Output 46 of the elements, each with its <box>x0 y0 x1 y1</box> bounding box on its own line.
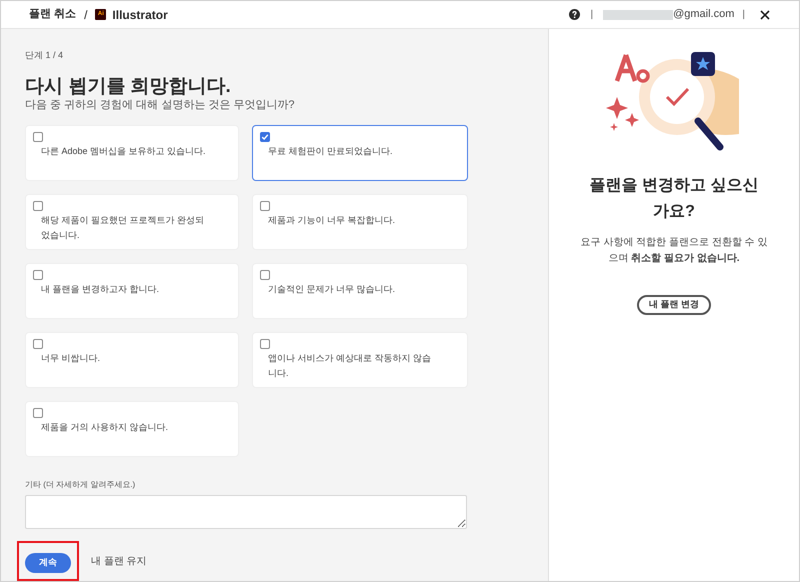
redaction-bar <box>603 10 674 20</box>
breadcrumb-separator: / <box>84 6 88 24</box>
checkbox[interactable] <box>260 200 270 210</box>
checkbox[interactable] <box>33 132 43 142</box>
option-label: 제품을 거의 사용하지 않습니다. <box>41 420 170 434</box>
panel-description: 요구 사항에 적합한 플랜으로 전환할 수 있으며 취소할 필요가 없습니다. <box>580 236 768 266</box>
option-card[interactable]: 너무 비쌉니다. <box>25 332 239 388</box>
checkbox[interactable] <box>33 408 43 418</box>
option-label: 제품과 기능이 너무 복잡합니다. <box>268 214 396 226</box>
checkbox[interactable] <box>260 338 270 348</box>
option-card[interactable]: 무료 체험판이 만료되었습니다. <box>252 124 468 180</box>
option-label: 다른 Adobe 멤버십을 보유하고 있습니다. <box>41 144 207 158</box>
option-card[interactable]: 해당 제품이 필요했던 프로젝트가 완성되었습니다. <box>25 194 239 250</box>
option-card[interactable]: 내 플랜을 변경하고자 합니다. <box>25 262 239 318</box>
help-icon[interactable] <box>569 9 580 20</box>
checkbox[interactable] <box>33 200 43 210</box>
option-label: 무료 체험판이 만료되었습니다. <box>268 144 394 158</box>
divider-text: | <box>742 8 745 22</box>
option-card[interactable]: 제품과 기능이 너무 복잡합니다. <box>252 194 468 250</box>
app-name: Illustrator <box>112 6 168 24</box>
checkbox[interactable] <box>33 338 43 348</box>
continue-button[interactable]: 계속 <box>25 552 71 573</box>
page-subheading: 다음 중 귀하의 경험에 대해 설명하는 것은 무엇입니까? <box>25 98 296 112</box>
change-plan-button[interactable]: 내 플랜 변경 <box>636 295 711 315</box>
checkbox[interactable] <box>260 132 270 142</box>
divider-text: | <box>590 8 594 22</box>
option-card[interactable]: 다른 Adobe 멤버십을 보유하고 있습니다. <box>25 124 239 180</box>
page-heading: 다시 뵙기를 희망합니다. <box>25 76 232 98</box>
option-label: 앱이나 서비스가 예상대로 작동하지 않습니다. <box>268 352 432 380</box>
page-title: 플랜 취소 <box>29 7 76 22</box>
checkbox[interactable] <box>33 270 43 280</box>
close-button[interactable] <box>759 8 771 20</box>
account-email: @gmail.com <box>673 7 734 22</box>
option-card[interactable]: 기술적인 문제가 너무 많습니다. <box>252 262 468 318</box>
comment-field[interactable] <box>25 494 467 529</box>
keep-plan-link[interactable]: 내 플랜 유지 <box>91 554 147 568</box>
checkbox[interactable] <box>260 270 270 280</box>
field-label: 기타 (더 자세하게 알려주세요.) <box>25 478 136 490</box>
option-label: 해당 제품이 필요했던 프로젝트가 완성되었습니다. <box>41 214 206 242</box>
step-indicator: 단계 1 / 4 <box>25 49 64 62</box>
panel-heading: 플랜을 변경하고 싶으신가요? <box>588 176 760 222</box>
option-label: 기술적인 문제가 너무 많습니다. <box>268 282 396 296</box>
option-label: 내 플랜을 변경하고자 합니다. <box>41 282 160 296</box>
option-card[interactable]: 제품을 거의 사용하지 않습니다. <box>25 400 239 456</box>
option-label: 너무 비쌉니다. <box>41 352 102 364</box>
option-card[interactable]: 앱이나 서비스가 예상대로 작동하지 않습니다. <box>252 332 468 388</box>
